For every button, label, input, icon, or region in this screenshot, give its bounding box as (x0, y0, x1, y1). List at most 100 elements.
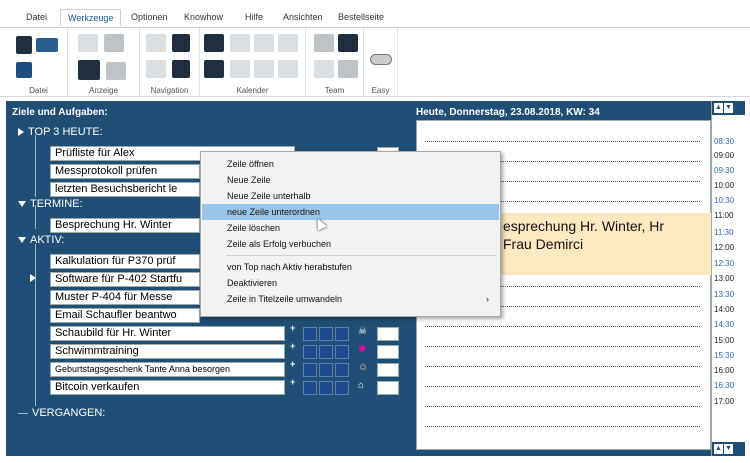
collapse-icon[interactable] (18, 237, 26, 244)
scroll-up-icon[interactable]: ▲ (714, 444, 723, 454)
expand-row-icon[interactable] (30, 272, 40, 284)
exit-icon[interactable] (16, 62, 32, 78)
task-row[interactable]: Email Schaufler beantwo (50, 308, 200, 323)
priority-box[interactable] (303, 363, 317, 377)
priority-box[interactable] (319, 363, 333, 377)
priority-box[interactable] (335, 363, 349, 377)
group-label: Kalender (236, 86, 269, 95)
add-icon[interactable]: + (290, 359, 295, 369)
move-icon[interactable] (78, 34, 98, 52)
task-row[interactable]: Geburtstagsgeschenk Tante Anna besorgen (50, 362, 285, 377)
task-row[interactable]: Schaubild für Hr. Winter (50, 326, 285, 341)
task-row[interactable]: Messprotokoll prüfen (50, 164, 200, 179)
priority-box[interactable] (319, 381, 333, 395)
section-aktiv[interactable]: AKTIV: (18, 234, 64, 246)
tab-ansichten[interactable]: Ansichten (283, 12, 323, 22)
status-box[interactable] (377, 363, 399, 377)
group-kalender: Kalender (200, 28, 306, 98)
calendar-cycle-icon[interactable] (254, 60, 274, 78)
contacts-icon[interactable] (338, 34, 358, 52)
section-termine[interactable]: TERMINE: (18, 198, 83, 210)
tab-optionen[interactable]: Optionen (131, 12, 168, 22)
appointment[interactable]: esprechung Hr. Winter, Hr Frau Demirci (499, 213, 712, 275)
calendar-month-icon[interactable] (254, 34, 274, 52)
unlink-icon[interactable] (146, 60, 166, 78)
save-icon[interactable] (16, 36, 32, 54)
add-icon[interactable]: + (290, 341, 295, 351)
status-box[interactable] (377, 327, 399, 341)
tab-bestellseite[interactable]: Bestellseite (338, 12, 384, 22)
status-box[interactable] (377, 381, 399, 395)
time-label: 09:00 (714, 151, 735, 160)
gift-person-icon[interactable]: ☺ (358, 362, 370, 375)
priority-box[interactable] (335, 327, 349, 341)
collapse-icon[interactable] (18, 201, 26, 208)
calendar-year-icon[interactable] (278, 34, 298, 52)
task-row[interactable]: Muster P-404 für Messe (50, 290, 200, 305)
time-label: 16:30 (714, 381, 735, 390)
copy-icon[interactable] (104, 34, 124, 52)
add-icon[interactable]: + (290, 377, 295, 387)
timeline-header: ▲ ▼ (712, 101, 745, 115)
priority-box[interactable] (319, 345, 333, 359)
link-icon[interactable] (146, 34, 166, 52)
menu-item-downgrade[interactable]: von Top nach Aktiv herabstufen (202, 259, 499, 275)
calendar-day-icon[interactable] (204, 34, 224, 52)
group-label: Navigation (150, 86, 189, 95)
expand-icon[interactable] (18, 128, 24, 137)
team-icon[interactable] (314, 34, 334, 52)
house-icon[interactable]: ⌂ (358, 380, 370, 393)
task-row[interactable]: Software für P-402 Startfu (50, 272, 200, 287)
priority-box[interactable] (303, 345, 317, 359)
task-row[interactable]: Schwimmtraining (50, 344, 285, 359)
scroll-down-icon[interactable]: ▼ (724, 103, 733, 113)
tree-indent-icon[interactable] (172, 34, 190, 52)
time-slot-line (425, 366, 700, 367)
search-icon[interactable] (78, 60, 100, 80)
menu-item-deactivate[interactable]: Deaktivieren (202, 275, 499, 291)
task-row[interactable]: Kalkulation für P370 prüf (50, 254, 200, 269)
print-icon[interactable] (36, 38, 58, 52)
tab-hilfe[interactable]: Hilfe (245, 12, 263, 22)
add-icon[interactable]: + (290, 323, 295, 333)
task-row[interactable]: Bitcoin verkaufen (50, 380, 285, 395)
chat-icon[interactable] (314, 60, 334, 78)
calendar-week-icon[interactable] (230, 34, 250, 52)
task-row[interactable]: Besprechung Hr. Winter (50, 218, 200, 233)
menu-item-open-row[interactable]: Zeile öffnen (202, 156, 499, 172)
group-team: Team (306, 28, 364, 98)
menu-item-convert-title[interactable]: Zeile in Titelzeile umwandeln › (202, 291, 499, 307)
priority-box[interactable] (303, 327, 317, 341)
task-row[interactable]: letzten Besuchsbericht le (50, 182, 200, 197)
priority-box[interactable] (335, 381, 349, 395)
menu-item-new-row[interactable]: Neue Zeile (202, 172, 499, 188)
status-box[interactable] (377, 345, 399, 359)
share-icon[interactable] (338, 60, 358, 78)
person-icon[interactable]: ☠ (358, 326, 370, 339)
time-label: 10:30 (714, 196, 735, 205)
time-label: 15:00 (714, 336, 735, 345)
priority-box[interactable] (319, 327, 333, 341)
calendar-list-icon[interactable] (230, 60, 250, 78)
menu-item-new-row-below[interactable]: Neue Zeile unterhalb (202, 188, 499, 204)
tab-knowhow[interactable]: Knowhow (184, 12, 223, 22)
tab-datei[interactable]: Datei (26, 12, 47, 22)
toggle-switch[interactable] (370, 54, 392, 65)
camera-icon[interactable] (106, 62, 126, 80)
menu-item-subordinate-row[interactable]: neue Zeile unterordnen (202, 204, 499, 220)
calendar-next-icon[interactable] (204, 60, 224, 78)
priority-box[interactable] (303, 381, 317, 395)
section-top3[interactable]: TOP 3 HEUTE: (18, 126, 103, 138)
tree-outdent-icon[interactable] (172, 60, 190, 78)
calendar-grid-icon[interactable] (278, 60, 298, 78)
section-vergangen[interactable]: VERGANGEN: (18, 407, 105, 419)
menu-item-delete-row[interactable]: Zeile löschen (202, 220, 499, 236)
group-label: Easy (371, 86, 390, 95)
scroll-up-icon[interactable]: ▲ (714, 103, 723, 113)
scroll-down-icon[interactable]: ▼ (724, 444, 733, 454)
swimmer-icon[interactable]: ✱ (358, 344, 370, 357)
time-label: 15:30 (714, 351, 735, 360)
tab-werkzeuge[interactable]: Werkzeuge (60, 9, 122, 26)
menu-item-book-success[interactable]: Zeile als Erfolg verbuchen (202, 236, 499, 252)
priority-box[interactable] (335, 345, 349, 359)
